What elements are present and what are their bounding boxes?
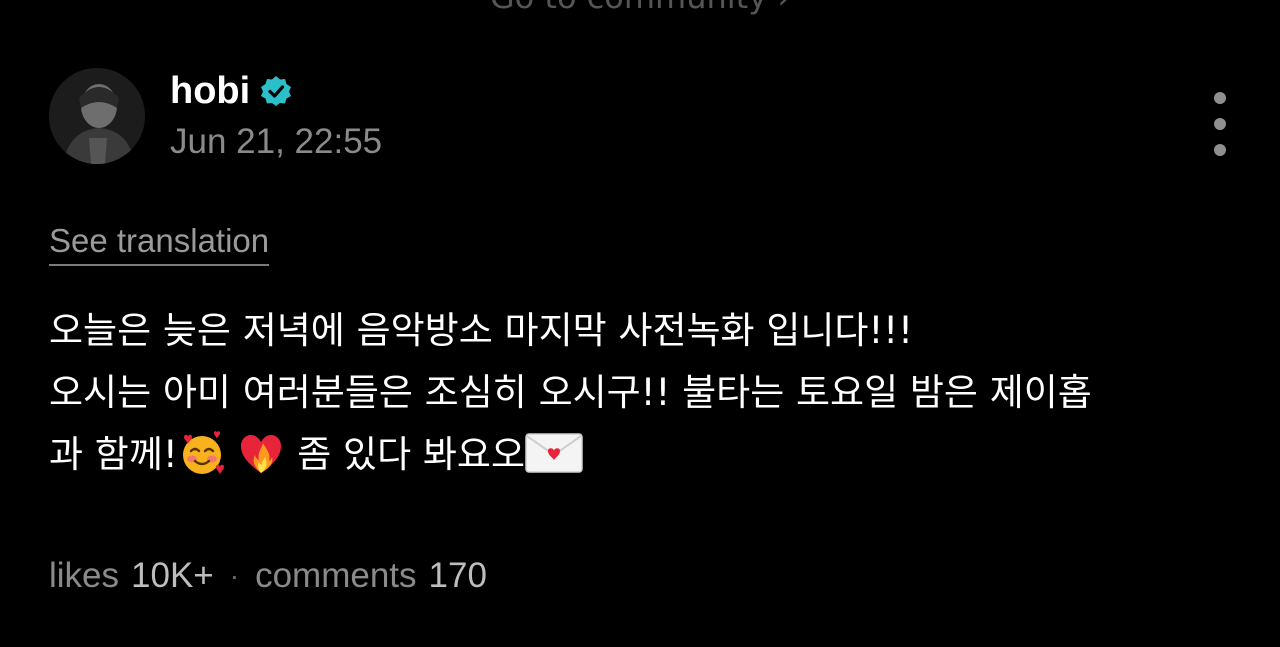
- post-line-3-start: 과 함께!: [49, 433, 178, 476]
- heart-on-fire-icon: [241, 435, 282, 473]
- community-link-label[interactable]: Go to community: [490, 0, 767, 16]
- avatar[interactable]: [49, 68, 145, 164]
- verified-badge-icon: [261, 76, 292, 106]
- likes-label[interactable]: likes: [49, 556, 119, 596]
- see-translation-link[interactable]: See translation: [49, 222, 270, 266]
- post-line-1: 오늘은 늦은 저녁에 음악방소 마지막 사전녹화 입니다!!!: [49, 309, 913, 352]
- smiling-face-with-hearts-icon: [182, 431, 224, 475]
- stats-separator: ·: [229, 560, 240, 591]
- menu-dot: [1214, 92, 1226, 104]
- comments-count[interactable]: 170: [429, 556, 487, 596]
- menu-dot: [1214, 118, 1226, 130]
- author-name[interactable]: hobi: [170, 70, 250, 113]
- comments-label[interactable]: comments: [255, 556, 416, 596]
- post-timestamp: Jun 21, 22:55: [170, 122, 383, 161]
- more-options-icon[interactable]: [1200, 92, 1240, 156]
- go-to-community-link[interactable]: Go to community ›: [0, 0, 1280, 16]
- post-stats: likes 10K+ · comments 170: [49, 556, 487, 596]
- menu-dot: [1214, 144, 1226, 156]
- post-line-3: 과 함께! 좀 있다 봐요오: [49, 424, 1249, 486]
- likes-count[interactable]: 10K+: [131, 556, 214, 596]
- author-row: hobi: [170, 66, 292, 116]
- post-line-2: 오시는 아미 여러분들은 조심히 오시구!! 불타는 토요일 밤은 제이홉: [49, 371, 1092, 414]
- post-body: 오늘은 늦은 저녁에 음악방소 마지막 사전녹화 입니다!!! 오시는 아미 여…: [49, 300, 1249, 486]
- love-letter-icon: [525, 433, 583, 473]
- post-line-3-end: 좀 있다 봐요오: [297, 433, 526, 476]
